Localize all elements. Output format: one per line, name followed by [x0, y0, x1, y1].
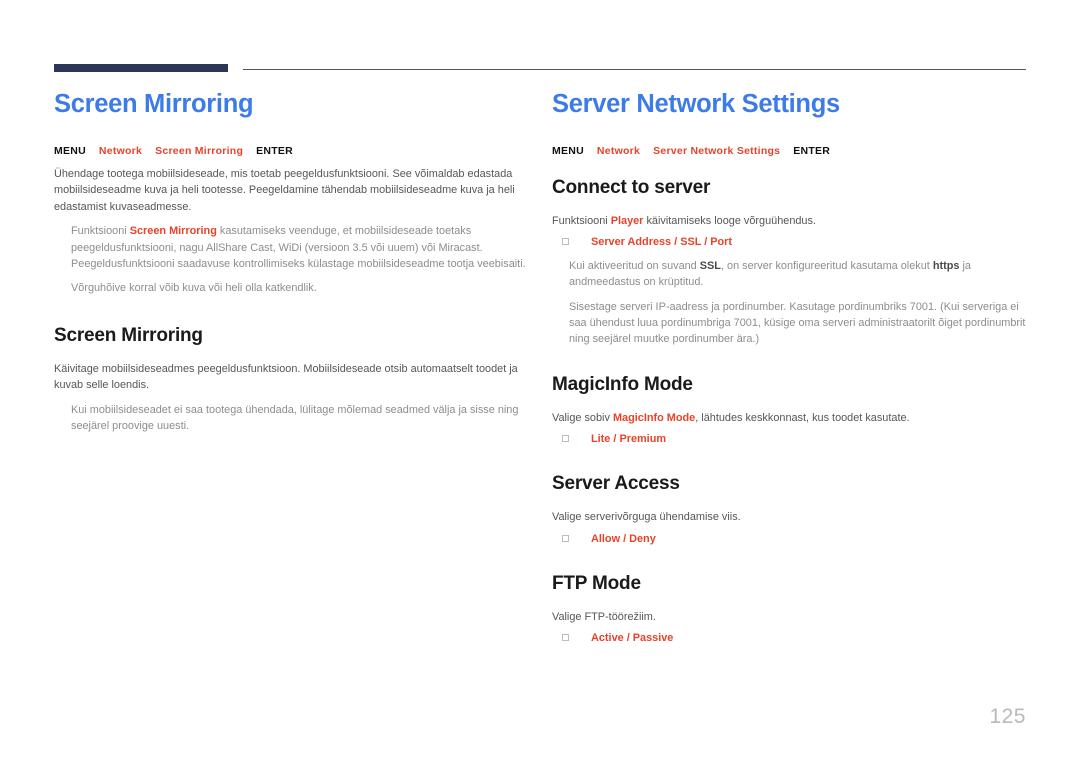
connect-body-post: käivitamiseks looge võrguühendus. [643, 214, 816, 227]
option-row-server-access[interactable]: Allow / Deny [552, 531, 1032, 547]
magicinfo-mode-body: Valige sobiv MagicInfo Mode, lähtudes ke… [552, 410, 1032, 426]
right-menu-path: MENU Network Server Network Settings ENTER [552, 145, 1032, 157]
left-menu-path: MENU Network Screen Mirroring ENTER [54, 145, 534, 157]
server-access-body: Valige serverivõrguga ühendamise viis. [552, 511, 741, 524]
connect-note-2: Sisestage serveri IP-aadress ja pordinum… [569, 300, 1026, 346]
option-row-magicinfo-mode[interactable]: Lite / Premium [552, 431, 1032, 447]
left-column: Screen Mirroring MENU Network Screen Mirro… [54, 90, 534, 434]
manual-page: Screen Mirroring MENU Network Screen Mirro… [0, 0, 1080, 763]
left-intro-paragraph: Ühendage tootega mobiilsideseade, mis to… [54, 168, 515, 213]
option-row-server-address[interactable]: Server Address / SSL / Port [552, 234, 1032, 250]
menu-item-network: Network [98, 145, 143, 158]
ftp-mode-body: Valige FTP-töörežiim. [552, 610, 656, 623]
option-label-server-address: Server Address / SSL / Port [591, 236, 733, 249]
option-label-server-access: Allow / Deny [591, 532, 656, 545]
menu-key-label: MENU [54, 145, 86, 158]
left-section-body: Käivitage mobiilsideseadmes peegeldusfun… [54, 362, 518, 392]
right-column: Server Network Settings MENU Network Serve… [552, 90, 1032, 647]
menu-key-label: MENU [552, 145, 584, 158]
checkbox-icon[interactable] [562, 434, 569, 442]
page-number: 125 [989, 705, 1026, 728]
header-rule [54, 64, 1026, 76]
connect-to-server-body: Funktsiooni Player käivitamiseks looge v… [552, 213, 1032, 229]
connect-note-1-ssl: SSL [699, 259, 721, 272]
checkbox-icon[interactable] [562, 634, 569, 642]
option-label-ftp-mode: Active / Passive [591, 632, 674, 645]
left-section-note: Kui mobiilsideseadet ei saa tootega ühen… [71, 403, 519, 432]
left-note-1: Funktsiooni Screen Mirroring kasutamisek… [54, 223, 534, 272]
magicinfo-body-emphasis: MagicInfo Mode [612, 411, 696, 424]
menu-item-network: Network [596, 145, 641, 158]
connect-note-1-pre: Kui aktiveeritud on suvand [569, 259, 700, 272]
right-page-title: Server Network Settings [552, 90, 840, 118]
enter-key-label: ENTER [793, 145, 831, 158]
ftp-mode-heading: FTP Mode [552, 573, 641, 595]
header-rule-thick [54, 64, 228, 72]
menu-item-server-network-settings: Server Network Settings [653, 145, 781, 158]
connect-note-1-mid: , on server konfigureeritud kasutama ole… [720, 259, 933, 272]
option-label-magicinfo-mode: Lite / Premium [591, 432, 667, 445]
left-note-2: Võrguhõive korral võib kuva või heli oll… [71, 282, 317, 295]
connect-body-pre: Funktsiooni [552, 214, 611, 227]
option-row-ftp-mode[interactable]: Active / Passive [552, 630, 1032, 646]
magicinfo-mode-heading: MagicInfo Mode [552, 373, 693, 395]
left-page-title: Screen Mirroring [54, 90, 254, 118]
left-section-heading: Screen Mirroring [54, 324, 203, 346]
connect-note-1: Kui aktiveeritud on suvand SSL, on serve… [552, 258, 1032, 291]
checkbox-icon[interactable] [562, 534, 569, 542]
server-access-heading: Server Access [552, 473, 680, 495]
connect-body-emphasis: Player [610, 214, 644, 227]
connect-note-1-https: https [932, 259, 960, 272]
magicinfo-body-pre: Valige sobiv [552, 411, 613, 424]
header-rule-thin [243, 69, 1026, 71]
menu-item-screen-mirroring: Screen Mirroring [155, 145, 244, 158]
left-note-1-emphasis: Screen Mirroring [129, 225, 217, 238]
left-note-1-pre: Funktsiooni [71, 225, 130, 238]
connect-to-server-heading: Connect to server [552, 177, 711, 199]
checkbox-icon[interactable] [562, 238, 569, 246]
magicinfo-body-post: , lähtudes keskkonnast, kus toodet kasut… [695, 411, 910, 424]
enter-key-label: ENTER [256, 145, 293, 158]
